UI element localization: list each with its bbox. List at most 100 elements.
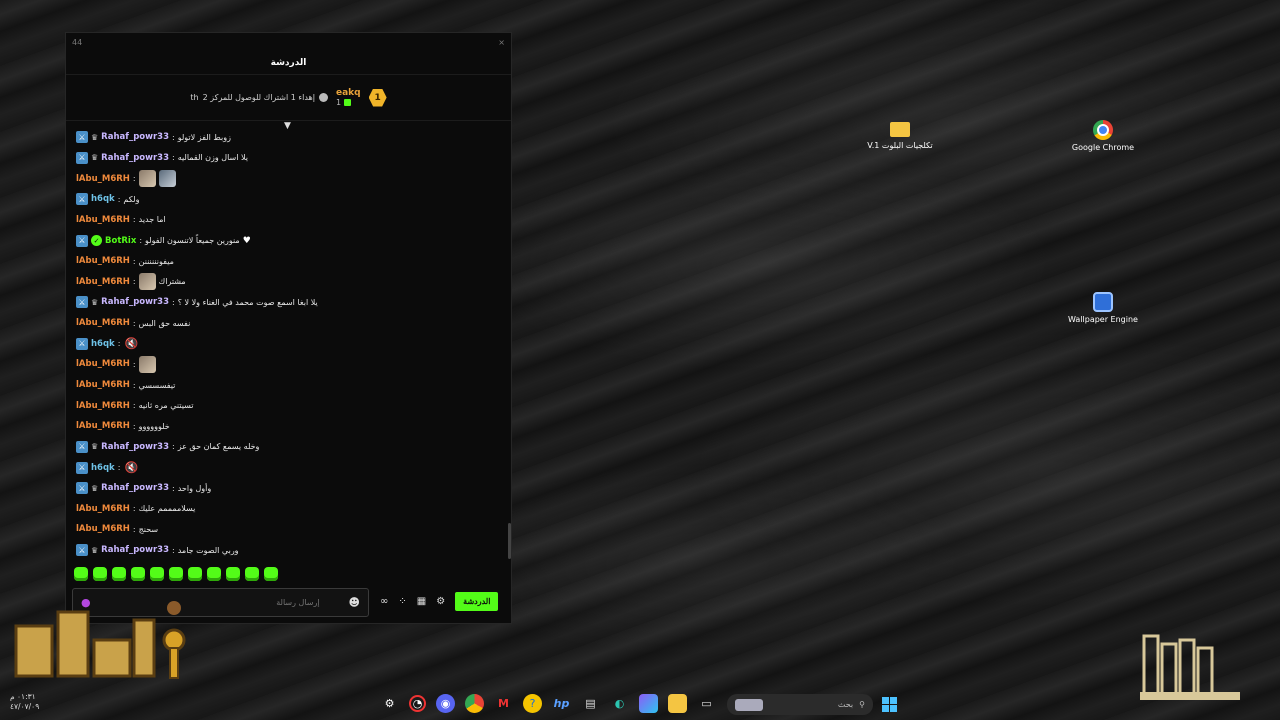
mute-emote-icon: 🔇	[124, 461, 139, 475]
username-separator: :	[132, 359, 136, 369]
emote-icon[interactable]	[245, 567, 259, 581]
help-icon[interactable]: ?	[523, 694, 542, 713]
emote-icon[interactable]	[131, 567, 145, 581]
emote-icon[interactable]	[226, 567, 240, 581]
windows-start-icon[interactable]	[882, 697, 897, 712]
emoji-picker-icon[interactable]: ☻	[349, 596, 360, 609]
infinity-icon[interactable]: ∞	[380, 596, 388, 607]
chat-username[interactable]: lAbu_M6RH	[76, 277, 130, 287]
username-separator: :	[172, 483, 175, 493]
chat-messages-list: ⚔ ♛ Rahaf_powr33: زوبط الفز لاتولو ⚔ ♛ Rahaf_p…	[76, 127, 501, 557]
chat-message-text: وخله يسمع كمان حق عز	[177, 442, 260, 452]
pinned-text: th إهداء 1 اشتراك للوصول للمركز 2	[190, 93, 328, 102]
username-separator: :	[117, 339, 121, 349]
chat-message: lAbu_M6RH: تسيتني مره ثانيه	[76, 395, 501, 416]
store-icon[interactable]: ▦	[417, 596, 426, 607]
chat-username[interactable]: lAbu_M6RH	[76, 256, 130, 266]
chat-username[interactable]: BotRix	[105, 236, 136, 246]
desktop-icon-chrome[interactable]: Google Chrome	[1068, 120, 1138, 153]
share-icon[interactable]: ⁘	[398, 596, 406, 607]
file-explorer-icon[interactable]	[668, 694, 687, 713]
taskbar-search[interactable]: بحث ⚲	[727, 694, 873, 715]
emote-icon[interactable]	[207, 567, 221, 581]
username-separator: :	[132, 524, 136, 534]
pinned-suffix: th	[190, 93, 199, 102]
pinned-gift-banner[interactable]: th إهداء 1 اشتراك للوصول للمركز 2 eakq 1…	[66, 75, 511, 121]
desktop-icon-label: تكلجيات البلوت V.1	[867, 141, 933, 150]
chat-message: ⚔ ♛ Rahaf_powr33: وأول واحد	[76, 478, 501, 499]
emote-icon[interactable]	[93, 567, 107, 581]
chat-message: lAbu_M6RH: ميفوننننننن	[76, 251, 501, 272]
chat-message-text: ولكم	[123, 194, 140, 204]
heart-icon: ♥	[242, 235, 251, 246]
chat-username[interactable]: lAbu_M6RH	[76, 174, 130, 184]
chat-username[interactable]: lAbu_M6RH	[76, 380, 130, 390]
chat-username[interactable]: lAbu_M6RH	[76, 359, 130, 369]
window-title: 44	[72, 37, 83, 47]
hp-icon[interactable]: hp	[552, 694, 571, 713]
chat-username[interactable]: lAbu_M6RH	[76, 401, 130, 411]
gift-icon	[344, 99, 352, 106]
chat-username[interactable]: Rahaf_powr33	[101, 132, 169, 142]
settings-gear-icon[interactable]: ⚙	[436, 596, 445, 607]
crown-badge-icon: ♛	[91, 132, 99, 142]
pinned-user: eakq 1	[336, 88, 361, 107]
desktop-icon-wallpaper-engine[interactable]: Wallpaper Engine	[1068, 292, 1138, 325]
task-view-icon[interactable]: ▭	[697, 694, 716, 713]
chat-username[interactable]: lAbu_M6RH	[76, 421, 130, 431]
username-separator: :	[139, 236, 143, 246]
moderator-sword-icon: ⚔	[76, 296, 88, 309]
chat-username[interactable]: Rahaf_powr33	[101, 483, 169, 493]
chat-username[interactable]: lAbu_M6RH	[76, 504, 130, 514]
clock-date: ٤٧/٠٧/٠٩	[10, 702, 40, 711]
chat-send-button[interactable]: الدردشة	[455, 592, 499, 611]
username-separator: :	[132, 401, 136, 411]
edge-icon[interactable]: ◐	[610, 694, 629, 713]
chat-username[interactable]: Rahaf_powr33	[101, 442, 169, 452]
username-separator: :	[172, 297, 175, 307]
emote-icon[interactable]	[150, 567, 164, 581]
copilot-icon[interactable]	[639, 694, 658, 713]
username-separator: :	[132, 380, 136, 390]
username-separator: :	[132, 421, 136, 431]
username-separator: :	[132, 174, 136, 184]
chat-username[interactable]: lAbu_M6RH	[76, 524, 130, 534]
settings-gear-icon[interactable]: ⚙	[380, 694, 399, 713]
username-separator: :	[172, 545, 175, 555]
moderator-sword-icon: ⚔	[76, 234, 88, 247]
chat-message-text: منورين جميعاً لاتنسون الفولو	[145, 236, 240, 246]
emote-icon[interactable]	[112, 567, 126, 581]
chat-username[interactable]: lAbu_M6RH	[76, 215, 130, 225]
chat-username[interactable]: h6qk	[91, 463, 115, 473]
username-separator: :	[132, 504, 136, 514]
emote-icon[interactable]	[74, 567, 88, 581]
chat-actions: ∞ ⁘ ▦ ⚙ الدردشة	[380, 592, 499, 611]
chat-username[interactable]: Rahaf_powr33	[101, 545, 169, 555]
search-highlight-icon	[735, 698, 763, 711]
chat-username[interactable]: h6qk	[91, 194, 115, 204]
emote-icon[interactable]	[264, 567, 278, 581]
discord-icon[interactable]: ◉	[436, 694, 455, 713]
obs-icon[interactable]: ◔	[409, 695, 426, 712]
chat-message-text: نفسه حق البس	[138, 318, 191, 328]
chat-username[interactable]: h6qk	[91, 339, 115, 349]
mcafee-icon[interactable]: M	[494, 694, 513, 713]
desktop-icon-folder[interactable]: تكلجيات البلوت V.1	[865, 122, 935, 151]
username-separator: :	[117, 194, 121, 204]
crown-badge-icon: ♛	[91, 442, 99, 452]
emote-icon[interactable]	[188, 567, 202, 581]
chat-username[interactable]: Rahaf_powr33	[101, 297, 169, 307]
taskbar-clock[interactable]: ٠١:٣١ م ٤٧/٠٧/٠٩	[10, 692, 39, 712]
chat-scrollbar[interactable]	[508, 523, 511, 559]
chrome-icon[interactable]	[465, 694, 484, 713]
window-titlebar[interactable]: 44 ×	[66, 33, 511, 51]
chat-username[interactable]: lAbu_M6RH	[76, 318, 130, 328]
chat-window: 44 × الدردشة th إهداء 1 اشتراك للوصول لل…	[65, 32, 512, 624]
search-label: بحث	[837, 700, 854, 709]
username-separator: :	[117, 463, 121, 473]
chat-username[interactable]: Rahaf_powr33	[101, 153, 169, 163]
close-icon[interactable]: ×	[498, 38, 505, 47]
emote-icon[interactable]	[169, 567, 183, 581]
rank-badge: 1	[368, 88, 387, 107]
microsoft-store-icon[interactable]: ▤	[581, 694, 600, 713]
